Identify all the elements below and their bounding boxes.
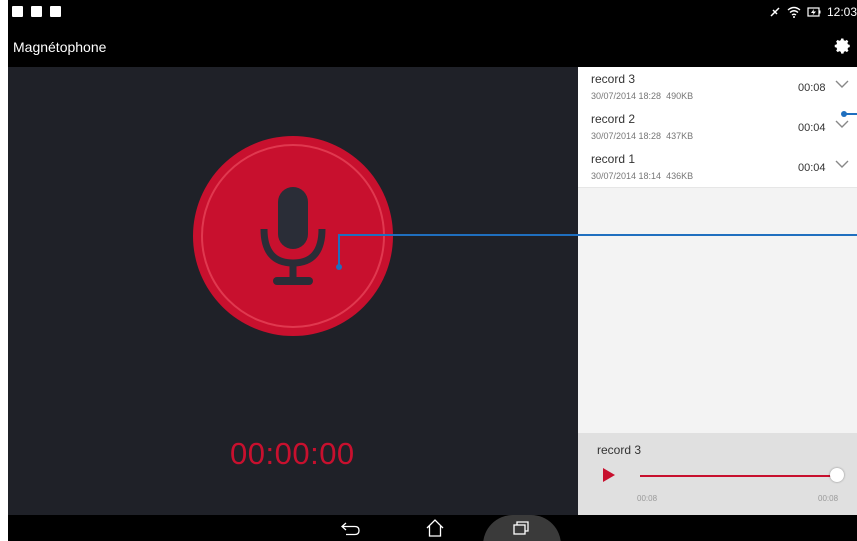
elapsed-time: 00:08 [637,494,658,503]
callout-line [338,234,857,236]
recording-name: record 2 [591,112,636,126]
microphone-icon [260,187,326,285]
list-item[interactable]: record 3 30/07/2014 18:28 490KB 00:08 [578,67,857,108]
wifi-icon [787,6,801,18]
recording-timer: 00:00:00 [230,436,355,471]
recorder-panel: 00:00:00 [8,67,578,515]
list-item[interactable]: record 2 30/07/2014 18:28 437KB 00:04 [578,107,857,148]
navigation-bar [8,515,857,541]
home-icon[interactable] [424,517,446,539]
image-icon [31,6,42,17]
list-item[interactable]: record 1 30/07/2014 18:14 436KB 00:04 [578,147,857,188]
seek-bar[interactable] [640,475,836,477]
device-screen: 12:03 Magnétophone 00:00:00 record 3 30/… [8,0,857,541]
play-icon[interactable] [603,468,615,482]
chevron-down-icon[interactable] [835,119,849,129]
recording-name: record 1 [591,152,636,166]
recordings-panel: record 3 30/07/2014 18:28 490KB 00:08 re… [578,67,857,515]
recording-name: record 3 [591,72,636,86]
action-bar: Magnétophone [8,25,857,67]
recording-duration: 00:04 [798,122,826,134]
recording-meta: 30/07/2014 18:14 436KB [591,171,694,181]
now-playing-name: record 3 [597,443,642,457]
playback-bar: record 3 00:08 00:08 [578,433,857,515]
mute-icon [770,7,780,17]
chevron-down-icon[interactable] [835,79,849,89]
document-icon [12,6,23,17]
app-title: Magnétophone [13,39,107,55]
clock: 12:03 [826,5,857,19]
recording-duration: 00:04 [798,162,826,174]
clipboard-icon [50,6,61,17]
status-bar: 12:03 [8,0,857,25]
chevron-down-icon[interactable] [835,159,849,169]
gear-icon[interactable] [834,37,852,55]
callout-dot [841,111,847,117]
callout-dot [336,264,342,270]
total-time: 00:08 [818,494,839,503]
recording-duration: 00:08 [798,82,826,94]
recent-apps-icon[interactable] [513,521,529,535]
seek-thumb[interactable] [830,468,844,482]
callout-line [338,234,340,267]
back-icon[interactable] [340,519,362,537]
recording-meta: 30/07/2014 18:28 437KB [591,131,694,141]
battery-charging-icon [807,7,821,17]
recording-meta: 30/07/2014 18:28 490KB [591,91,694,101]
